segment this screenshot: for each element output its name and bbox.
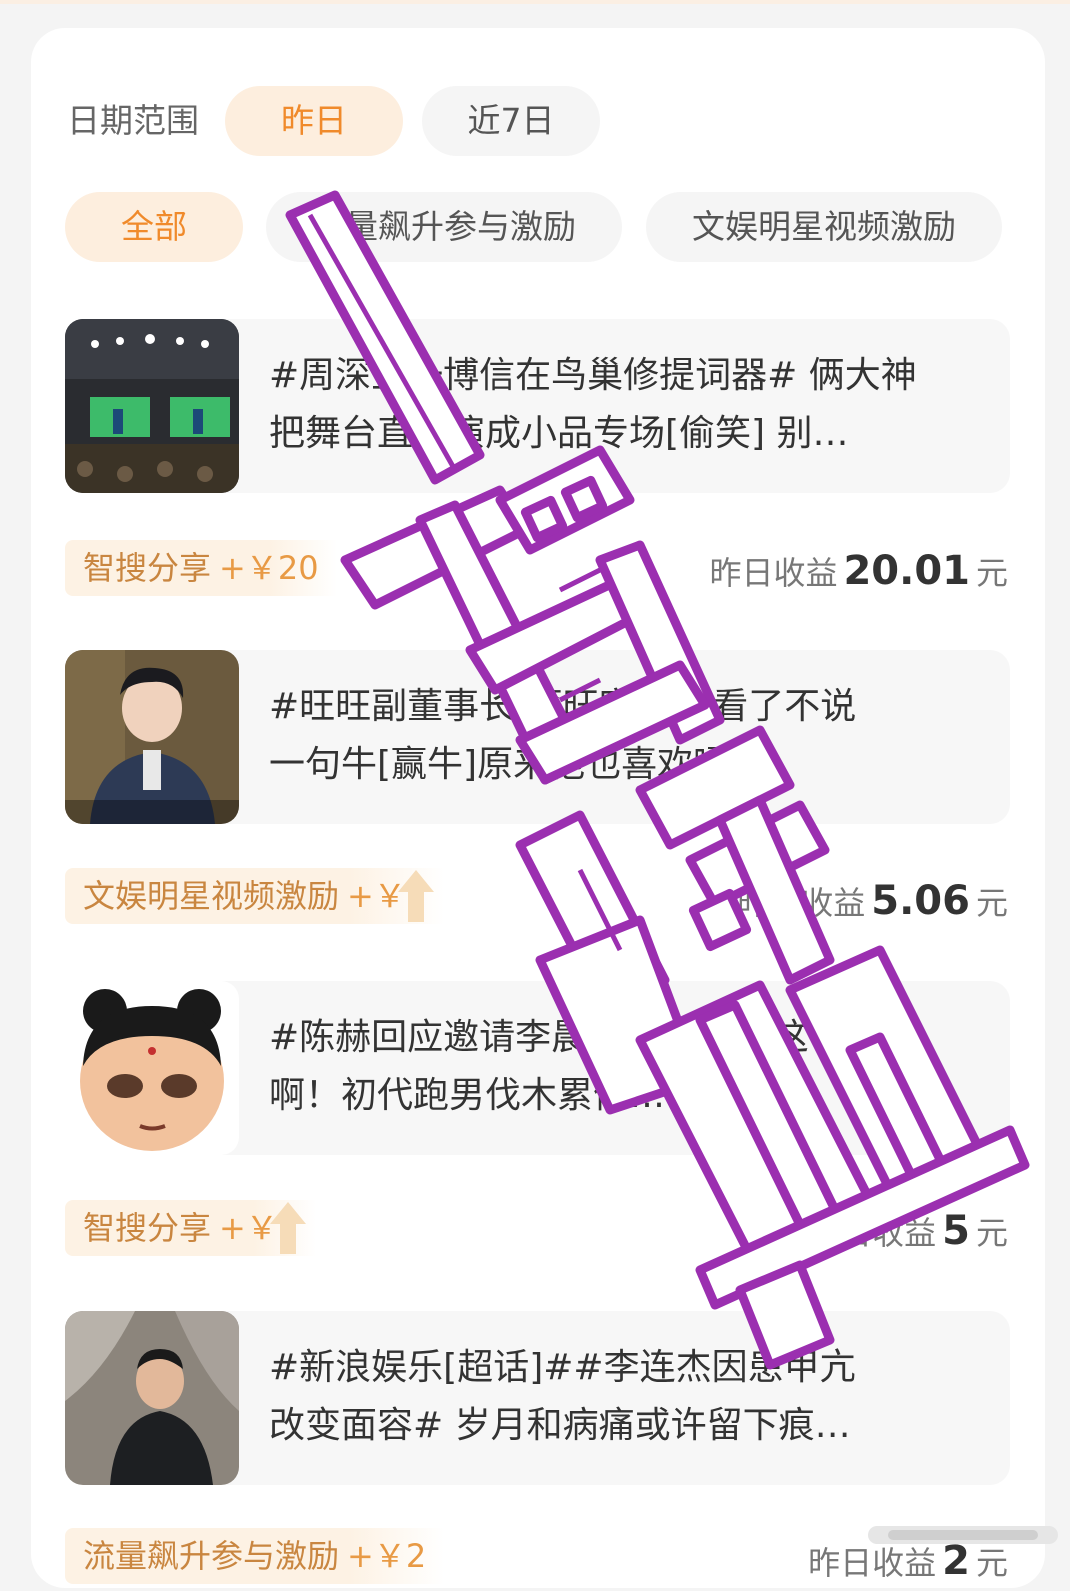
earning-label: 昨日收益 xyxy=(737,884,866,922)
reward-tag-label: 智搜分享 xyxy=(83,1209,212,1247)
reward-tag: 智搜分享 +￥5 xyxy=(65,1200,317,1256)
up-arrow-icon xyxy=(270,1202,307,1254)
date-range-label: 日期范围 xyxy=(67,101,199,140)
item-title: #陈赫回应邀请李晨上哈哈哈# 这 啊！初代跑男伐木累依… xyxy=(269,1017,809,1116)
earning-value: 5.06 xyxy=(871,878,970,924)
video-thumbnail-cartoon xyxy=(65,981,239,1155)
earning-label: 昨日收益 xyxy=(709,554,838,592)
reward-amount: +￥2 xyxy=(347,1537,427,1575)
list-item[interactable]: #周深王一博信在鸟巢修提词器# 俩大神 把舞台直接演成小品专场[偷笑] 别… xyxy=(65,319,1010,493)
reward-tag-label: 智搜分享 xyxy=(83,549,212,587)
item-title: #旺旺副董事长 蔡旺家 #谁看了不说 一句牛[赢牛]原来他也喜欢嗓… xyxy=(269,686,857,785)
list-item[interactable]: #陈赫回应邀请李晨上哈哈哈# 这 啊！初代跑男伐木累依… xyxy=(65,981,1010,1155)
top-edge xyxy=(0,0,1070,4)
earning-unit: 元 xyxy=(975,1214,1008,1252)
up-arrow-icon xyxy=(398,870,435,922)
item-title: #周深王一博信在鸟巢修提词器# 俩大神 把舞台直接演成小品专场[偷笑] 别… xyxy=(269,355,917,454)
reward-tag-label: 流量飙升参与激励 xyxy=(83,1537,340,1575)
earning-value: 20.01 xyxy=(843,548,970,594)
earning-unit: 元 xyxy=(975,884,1008,922)
date-range-filter: 日期范围 昨日 近7日 xyxy=(67,86,667,156)
video-thumbnail-actor xyxy=(65,1311,239,1485)
earning-info: 昨日收益 5.06 元 xyxy=(737,873,1008,931)
reward-tag: 智搜分享 +￥20 xyxy=(65,540,337,596)
category-traffic-boost[interactable]: 流量飙升参与激励 xyxy=(266,192,622,262)
reward-tag: 流量飙升参与激励 +￥2 xyxy=(65,1528,445,1584)
category-all[interactable]: 全部 xyxy=(65,192,243,262)
earning-value: 5 xyxy=(942,1208,970,1254)
earning-info: 昨日收益 20.01 元 xyxy=(709,543,1008,601)
date-option-yesterday[interactable]: 昨日 xyxy=(225,86,403,156)
earning-info: 昨日收益 5 元 xyxy=(808,1203,1008,1261)
date-option-7days[interactable]: 近7日 xyxy=(422,86,600,156)
reward-amount: +￥20 xyxy=(219,549,319,587)
list-item[interactable]: #新浪娱乐[超话]##李连杰因患甲亢 改变面容# 岁月和病痛或许留下痕… xyxy=(65,1311,1010,1485)
home-indicator xyxy=(868,1526,1058,1544)
item-title: #新浪娱乐[超话]##李连杰因患甲亢 改变面容# 岁月和病痛或许留下痕… xyxy=(269,1347,856,1446)
video-thumbnail-concert xyxy=(65,319,239,493)
reward-tag-label: 文娱明星视频激励 xyxy=(83,877,340,915)
earning-label: 昨日收益 xyxy=(808,1214,937,1252)
earning-unit: 元 xyxy=(975,554,1008,592)
category-entertainment-video[interactable]: 文娱明星视频激励 xyxy=(646,192,1002,262)
reward-tag: 文娱明星视频激励 +￥5 xyxy=(65,868,445,924)
list-item[interactable]: #旺旺副董事长 蔡旺家 #谁看了不说 一句牛[赢牛]原来他也喜欢嗓… xyxy=(65,650,1010,824)
video-thumbnail-person xyxy=(65,650,239,824)
